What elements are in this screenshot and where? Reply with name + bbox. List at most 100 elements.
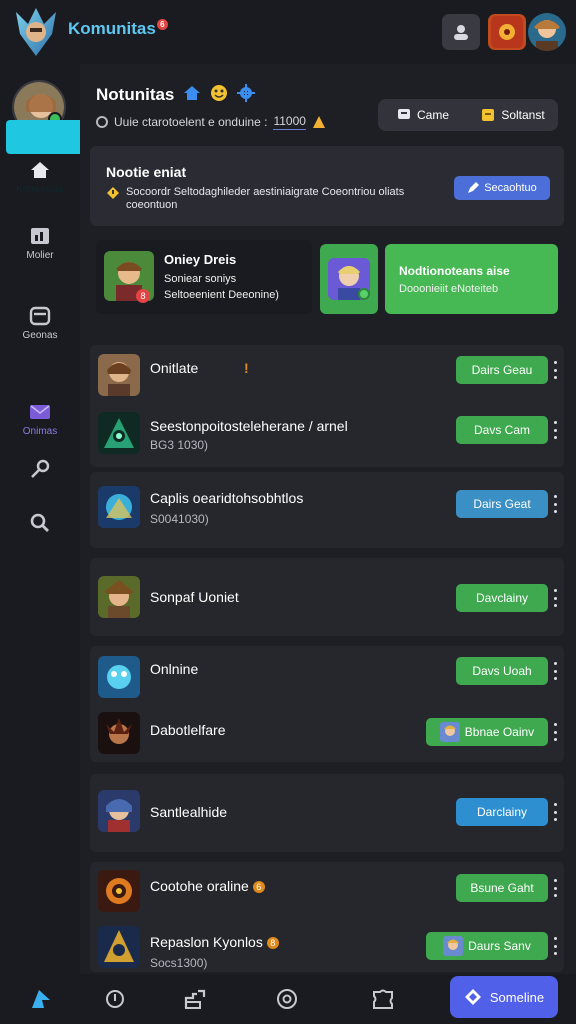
gear-icon — [236, 84, 255, 107]
item-thumbnail — [98, 712, 140, 754]
search-icon — [30, 513, 49, 532]
sidebar-item-molier[interactable]: Molier — [0, 226, 80, 261]
item-action-button[interactable]: Daurs Sanv — [426, 932, 548, 960]
sidebar-item-label: Komunitas — [16, 184, 64, 195]
list-item[interactable]: Onlnine Davs Uoah — [98, 652, 564, 700]
subtitle-text: Uuie ctarotoelent e onduine : — [114, 115, 268, 129]
sidebar-item-key[interactable] — [0, 458, 80, 484]
item-action-button[interactable]: Darclainy — [456, 798, 548, 826]
item-name: Dabotlelfare — [150, 722, 226, 738]
item-thumbnail — [98, 354, 140, 396]
soltanst-button[interactable]: Soltanst — [468, 99, 558, 131]
item-thumbnail — [98, 412, 140, 454]
list-item[interactable]: Sonpaf Uoniet Davclainy — [98, 572, 564, 620]
sidebar-item-label: Geonas — [22, 330, 58, 341]
item-action-button[interactable]: Davs Uoah — [456, 657, 548, 685]
item-name: Sonpaf Uoniet — [150, 589, 239, 605]
key-icon — [31, 459, 50, 478]
app-title: Komunitas 6 — [68, 19, 168, 39]
nav-mentions[interactable] — [272, 984, 302, 1014]
info-icon — [106, 990, 124, 1008]
nav-puzzle[interactable] — [368, 984, 398, 1014]
profile-menu-button[interactable] — [442, 14, 480, 50]
item-thumbnail — [98, 926, 140, 968]
came-button[interactable]: Came — [378, 99, 468, 131]
smiley-icon — [210, 84, 228, 107]
alert-icon — [107, 187, 119, 199]
bottom-navigation: Someline — [0, 974, 576, 1024]
item-action-button[interactable]: Dairs Geau — [456, 356, 548, 384]
item-name: Seestonpoitosteleherane / arnel — [150, 418, 348, 434]
more-options-icon[interactable] — [550, 723, 560, 741]
more-options-icon[interactable] — [550, 421, 560, 439]
sidebar-item-search[interactable] — [0, 512, 80, 538]
item-action-button[interactable]: Dairs Geat — [456, 490, 548, 518]
more-options-icon[interactable] — [550, 803, 560, 821]
item-badge: 6 — [252, 881, 265, 894]
at-icon — [277, 989, 297, 1009]
chart-icon — [31, 228, 49, 244]
share-icon — [184, 989, 206, 1009]
user-avatar[interactable] — [528, 13, 566, 51]
item-name: Onlnine — [150, 661, 199, 677]
item-action-button[interactable]: Bsune Gaht — [456, 874, 548, 902]
avatar-card[interactable] — [320, 244, 378, 314]
pencil-icon — [468, 182, 480, 193]
notice-action-button[interactable]: Secaohtuo — [454, 176, 550, 200]
sidebar-item-komunitas[interactable]: Komunitas — [0, 160, 80, 195]
app-logo[interactable] — [8, 4, 64, 60]
notice-card: Nootie eniat Socoordr Seltodaghileder ae… — [90, 146, 564, 226]
someline-button[interactable]: Someline — [450, 976, 558, 1018]
chat-icon — [397, 109, 410, 119]
list-item[interactable]: Cootohe oraline 6 Bsune Gaht — [98, 866, 564, 914]
notice-text: Socoordr Seltodaghileder aestiniaigrate … — [106, 186, 446, 212]
diamond-icon — [464, 989, 481, 1005]
sidebar-active-indicator — [6, 120, 80, 154]
list-item[interactable]: Dabotlelfare Bbnae Oainv — [98, 708, 564, 756]
more-options-icon[interactable] — [550, 495, 560, 513]
item-meta: S0041030) — [150, 512, 209, 526]
list-item[interactable]: Onitlate ! Dairs Geau — [98, 350, 564, 398]
card-title: Oniey Dreis — [164, 252, 237, 267]
nav-info[interactable] — [100, 984, 130, 1014]
card-title: Nodtionoteans aise — [399, 264, 510, 278]
card-line: Soniear soniys — [164, 273, 237, 285]
card-line: Seltoeenient Deeonine) — [164, 289, 279, 301]
item-action-button[interactable]: Davclainy — [456, 584, 548, 612]
subtitle-link[interactable]: 11000 — [273, 114, 306, 130]
home-icon — [31, 162, 49, 178]
item-action-button[interactable]: Davs Cam — [456, 416, 548, 444]
list-item[interactable]: Seestonpoitosteleherane / arnel BG3 1030… — [98, 408, 564, 456]
list-item[interactable]: Santlealhide Darclainy — [98, 786, 564, 834]
more-options-icon[interactable] — [550, 361, 560, 379]
feature-card-profile[interactable]: 8 Oniey Dreis Soniear soniys Seltoeenien… — [96, 240, 312, 314]
list-item[interactable]: Repaslon Kyonlos 8 Socs1300) Daurs Sanv — [98, 922, 564, 970]
user-icon — [454, 25, 468, 40]
title-badge: 6 — [156, 19, 168, 30]
sidebar-item-label: Molier — [26, 250, 54, 261]
notice-title: Nootie eniat — [106, 164, 187, 180]
feature-card-notifications[interactable]: Nodtionoteans aise Dooonieiit eNoteiteb — [385, 244, 558, 314]
puzzle-icon — [373, 989, 393, 1009]
more-options-icon[interactable] — [550, 589, 560, 607]
item-thumbnail — [98, 576, 140, 618]
more-options-icon[interactable] — [550, 879, 560, 897]
nav-share[interactable] — [180, 984, 210, 1014]
subtitle-row: Uuie ctarotoelent e onduine : 11000 — [96, 114, 326, 130]
nav-home[interactable] — [26, 984, 56, 1014]
mail-icon — [30, 405, 50, 419]
list-item[interactable]: Caplis oearidtohsobhtlos S0041030) Dairs… — [98, 482, 564, 530]
inbox-icon — [29, 306, 51, 326]
more-options-icon[interactable] — [550, 662, 560, 680]
item-action-button[interactable]: Bbnae Oainv — [426, 718, 548, 746]
warning-icon — [312, 116, 325, 128]
more-options-icon[interactable] — [550, 937, 560, 955]
sidebar-item-onimas[interactable]: Onimas — [0, 402, 80, 437]
item-thumbnail — [98, 870, 140, 912]
sidebar-item-geonas[interactable]: Geonas — [0, 306, 80, 341]
card-line: Dooonieiit eNoteiteb — [399, 283, 499, 295]
game-shortcut-button[interactable] — [488, 14, 526, 50]
item-name: Santlealhide — [150, 804, 228, 820]
item-name: Caplis oearidtohsobhtlos — [150, 490, 304, 506]
item-thumbnail — [98, 790, 140, 832]
